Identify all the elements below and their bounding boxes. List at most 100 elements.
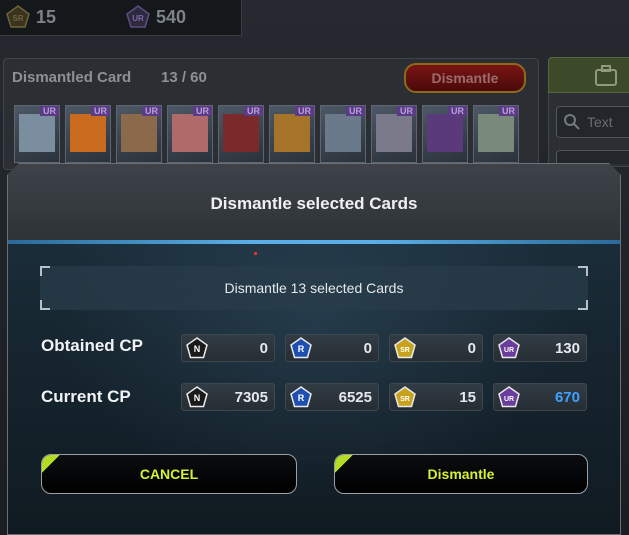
ur-points-value: 540 (156, 6, 187, 27)
ur-cp-icon: UR (498, 386, 520, 408)
card-row: UR UR UR UR UR UR UR UR UR UR (14, 105, 519, 163)
cp-value: 0 (467, 340, 476, 357)
search-field[interactable]: Text (556, 106, 629, 138)
dialog-header: Dismantle selected Cards (8, 164, 620, 240)
cp-value: 7305 (234, 389, 268, 406)
card-art (121, 114, 157, 152)
cp-value: 0 (363, 340, 372, 357)
confirm-label: Dismantle (427, 466, 495, 482)
header-divider (8, 240, 620, 244)
card-rarity-badge: UR (397, 106, 416, 116)
dismantle-dialog: Dismantle selected Cards Dismantle 13 se… (7, 163, 621, 535)
svg-text:N: N (194, 344, 201, 354)
svg-text:R: R (298, 393, 305, 403)
cp-value: 6525 (338, 389, 372, 406)
sr-cp-icon: SR (394, 386, 416, 408)
cp-value: 670 (554, 389, 580, 406)
card-thumbnail[interactable]: UR (371, 105, 417, 163)
cancel-button[interactable]: CANCEL (41, 454, 297, 494)
dismantle-message: Dismantle 13 selected Cards (40, 266, 588, 310)
dismantled-card-panel: Dismantled Card 13 / 60 Dismantle UR UR UR… (3, 58, 539, 170)
svg-text:R: R (298, 344, 305, 354)
deck-tab[interactable] (548, 57, 629, 93)
card-thumbnail[interactable]: UR (167, 105, 213, 163)
card-rarity-badge: UR (448, 106, 467, 116)
card-thumbnail[interactable]: UR (14, 105, 60, 163)
card-rarity-badge: UR (499, 106, 518, 116)
card-rarity-badge: UR (244, 106, 263, 116)
ur-cp-icon: UR (498, 337, 520, 359)
card-art (70, 114, 106, 152)
card-thumbnail[interactable]: UR (269, 105, 315, 163)
corner-bracket (578, 266, 588, 276)
corner-bracket (40, 266, 50, 276)
cp-strip: SR 15 UR 540 (0, 0, 242, 36)
svg-text:UR: UR (504, 396, 514, 403)
cancel-label: CANCEL (139, 466, 199, 482)
current-cp-r: R 6525 (285, 383, 379, 411)
svg-text:SR: SR (400, 347, 410, 354)
ur-cp-icon: UR (126, 5, 150, 28)
card-rarity-badge: UR (346, 106, 365, 116)
sr-points-value: 15 (36, 6, 57, 27)
corner-bracket (578, 300, 588, 310)
obtained-cp-label: Obtained CP (41, 336, 144, 355)
dismantle-top-button[interactable]: Dismantle (404, 63, 526, 93)
panel-title: Dismantled Card (12, 69, 132, 86)
corner-flag (334, 454, 355, 475)
svg-text:SR: SR (400, 396, 410, 403)
sr-cp-icon: SR (394, 337, 416, 359)
card-art (376, 114, 412, 152)
cp-value: 15 (459, 389, 476, 406)
card-thumbnail[interactable]: UR (65, 105, 111, 163)
svg-text:UR: UR (504, 347, 514, 354)
card-rarity-badge: UR (295, 106, 314, 116)
card-rarity-badge: UR (91, 106, 110, 116)
card-thumbnail[interactable]: UR (320, 105, 366, 163)
card-art (19, 114, 55, 152)
current-cp-label: Current CP (41, 387, 131, 406)
card-art (172, 114, 208, 152)
obtained-cp-r: R0 (285, 334, 379, 362)
current-cp-ur: UR 670 (493, 383, 587, 411)
cp-value: 130 (554, 340, 580, 357)
side-strip (556, 150, 629, 164)
current-cp-n: N 7305 (181, 383, 275, 411)
corner-flag (41, 454, 62, 475)
r-cp-icon: R (290, 386, 312, 408)
card-rarity-badge: UR (40, 106, 59, 116)
card-art (325, 114, 361, 152)
case-icon (595, 65, 617, 86)
sr-cp-icon: SR (6, 5, 30, 28)
card-thumbnail[interactable]: UR (116, 105, 162, 163)
card-thumbnail[interactable]: UR (473, 105, 519, 163)
n-cp-icon: N (186, 386, 208, 408)
corner-bracket (40, 300, 50, 310)
card-rarity-badge: UR (193, 106, 212, 116)
current-cp-sr: SR 15 (389, 383, 483, 411)
svg-text:SR: SR (12, 14, 23, 23)
card-art (274, 114, 310, 152)
obtained-cp-sr: SR 0 (389, 334, 483, 362)
card-art (427, 114, 463, 152)
confirm-dismantle-button[interactable]: Dismantle (334, 454, 588, 494)
ur-points: UR 540 (126, 5, 186, 29)
obtained-cp-ur: UR 130 (493, 334, 587, 362)
obtained-cp-n: N0 (181, 334, 275, 362)
search-placeholder: Text (587, 114, 613, 130)
card-rarity-badge: UR (142, 106, 161, 116)
n-cp-icon: N (186, 337, 208, 359)
card-thumbnail[interactable]: UR (218, 105, 264, 163)
card-art (478, 114, 514, 152)
card-art (223, 114, 259, 152)
svg-text:N: N (194, 393, 201, 403)
sr-points: SR 15 (6, 5, 56, 29)
r-cp-icon: R (290, 337, 312, 359)
panel-count: 13 / 60 (161, 69, 207, 86)
svg-text:UR: UR (132, 14, 144, 23)
marker-dot (254, 252, 257, 255)
dialog-title: Dismantle selected Cards (210, 194, 418, 213)
card-thumbnail[interactable]: UR (422, 105, 468, 163)
cp-value: 0 (259, 340, 268, 357)
search-icon (564, 114, 580, 130)
